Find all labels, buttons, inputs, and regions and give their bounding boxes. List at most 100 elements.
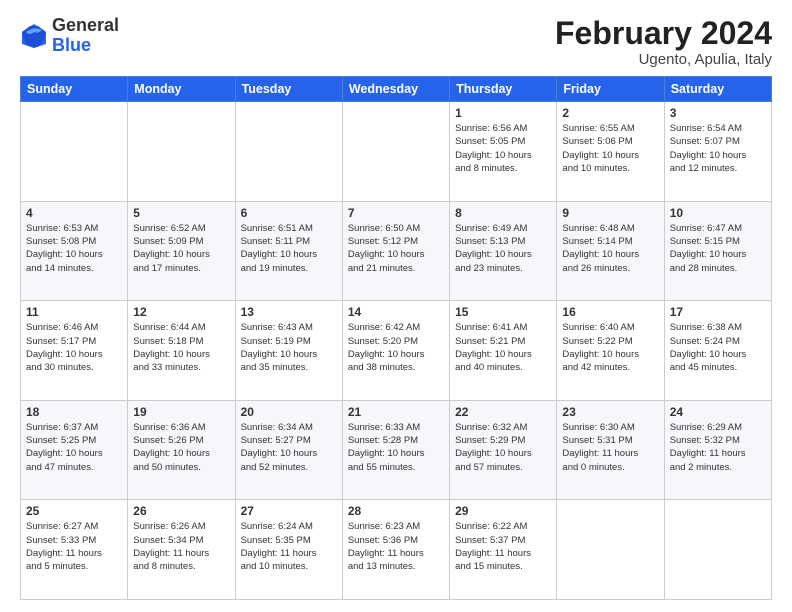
- calendar-cell: [21, 102, 128, 202]
- cell-content: Sunrise: 6:22 AM Sunset: 5:37 PM Dayligh…: [455, 520, 551, 573]
- logo-blue: Blue: [52, 35, 91, 55]
- cell-content: Sunrise: 6:50 AM Sunset: 5:12 PM Dayligh…: [348, 222, 444, 275]
- calendar-cell: 9 Sunrise: 6:48 AM Sunset: 5:14 PM Daylig…: [557, 201, 664, 301]
- cell-content: Sunrise: 6:51 AM Sunset: 5:11 PM Dayligh…: [241, 222, 337, 275]
- calendar-cell: 21 Sunrise: 6:33 AM Sunset: 5:28 PM Dayli…: [342, 400, 449, 500]
- day-number: 6: [241, 206, 337, 220]
- calendar-cell: 6 Sunrise: 6:51 AM Sunset: 5:11 PM Daylig…: [235, 201, 342, 301]
- title-block: February 2024 Ugento, Apulia, Italy: [555, 16, 772, 68]
- calendar-cell: 28 Sunrise: 6:23 AM Sunset: 5:36 PM Dayli…: [342, 500, 449, 600]
- calendar-cell: 11 Sunrise: 6:46 AM Sunset: 5:17 PM Dayli…: [21, 301, 128, 401]
- cell-content: Sunrise: 6:33 AM Sunset: 5:28 PM Dayligh…: [348, 421, 444, 474]
- calendar-week-row: 11 Sunrise: 6:46 AM Sunset: 5:17 PM Dayli…: [21, 301, 772, 401]
- day-number: 12: [133, 305, 229, 319]
- calendar-week-row: 18Sunrise: 6:37 AM Sunset: 5:25 PM Dayli…: [21, 400, 772, 500]
- calendar-cell: [235, 102, 342, 202]
- day-number: 26: [133, 504, 229, 518]
- logo-text: GeneralBlue: [52, 16, 119, 56]
- logo-icon: [20, 22, 48, 50]
- calendar-cell: 8 Sunrise: 6:49 AM Sunset: 5:13 PM Daylig…: [450, 201, 557, 301]
- calendar-day-header: Monday: [128, 77, 235, 102]
- day-number: 27: [241, 504, 337, 518]
- day-number: 10: [670, 206, 766, 220]
- day-number: 4: [26, 206, 122, 220]
- calendar-cell: 16 Sunrise: 6:40 AM Sunset: 5:22 PM Dayli…: [557, 301, 664, 401]
- calendar-cell: [128, 102, 235, 202]
- day-number: 20: [241, 405, 337, 419]
- day-number: 14: [348, 305, 444, 319]
- calendar-day-header: Friday: [557, 77, 664, 102]
- calendar-table: SundayMondayTuesdayWednesdayThursdayFrid…: [20, 76, 772, 600]
- calendar-cell: 27 Sunrise: 6:24 AM Sunset: 5:35 PM Dayli…: [235, 500, 342, 600]
- calendar-cell: 18Sunrise: 6:37 AM Sunset: 5:25 PM Dayli…: [21, 400, 128, 500]
- calendar-cell: 1Sunrise: 6:56 AM Sunset: 5:05 PM Daylig…: [450, 102, 557, 202]
- cell-content: Sunrise: 6:42 AM Sunset: 5:20 PM Dayligh…: [348, 321, 444, 374]
- day-number: 22: [455, 405, 551, 419]
- cell-content: Sunrise: 6:32 AM Sunset: 5:29 PM Dayligh…: [455, 421, 551, 474]
- calendar-cell: [557, 500, 664, 600]
- calendar-cell: 19Sunrise: 6:36 AM Sunset: 5:26 PM Dayli…: [128, 400, 235, 500]
- calendar-cell: 22 Sunrise: 6:32 AM Sunset: 5:29 PM Dayli…: [450, 400, 557, 500]
- logo: GeneralBlue: [20, 16, 119, 56]
- calendar-cell: 15 Sunrise: 6:41 AM Sunset: 5:21 PM Dayli…: [450, 301, 557, 401]
- day-number: 3: [670, 106, 766, 120]
- day-number: 8: [455, 206, 551, 220]
- cell-content: Sunrise: 6:43 AM Sunset: 5:19 PM Dayligh…: [241, 321, 337, 374]
- day-number: 21: [348, 405, 444, 419]
- day-number: 28: [348, 504, 444, 518]
- cell-content: Sunrise: 6:27 AM Sunset: 5:33 PM Dayligh…: [26, 520, 122, 573]
- day-number: 15: [455, 305, 551, 319]
- cell-content: Sunrise: 6:30 AM Sunset: 5:31 PM Dayligh…: [562, 421, 658, 474]
- day-number: 9: [562, 206, 658, 220]
- calendar-day-header: Thursday: [450, 77, 557, 102]
- calendar-week-row: 1Sunrise: 6:56 AM Sunset: 5:05 PM Daylig…: [21, 102, 772, 202]
- day-number: 23: [562, 405, 658, 419]
- calendar-cell: 3 Sunrise: 6:54 AM Sunset: 5:07 PM Daylig…: [664, 102, 771, 202]
- calendar-cell: 2 Sunrise: 6:55 AM Sunset: 5:06 PM Daylig…: [557, 102, 664, 202]
- calendar-cell: 13Sunrise: 6:43 AM Sunset: 5:19 PM Dayli…: [235, 301, 342, 401]
- calendar-day-header: Sunday: [21, 77, 128, 102]
- cell-content: Sunrise: 6:23 AM Sunset: 5:36 PM Dayligh…: [348, 520, 444, 573]
- cell-content: Sunrise: 6:48 AM Sunset: 5:14 PM Dayligh…: [562, 222, 658, 275]
- calendar-week-row: 25 Sunrise: 6:27 AM Sunset: 5:33 PM Dayli…: [21, 500, 772, 600]
- day-number: 7: [348, 206, 444, 220]
- calendar-day-header: Saturday: [664, 77, 771, 102]
- calendar-cell: 23 Sunrise: 6:30 AM Sunset: 5:31 PM Dayli…: [557, 400, 664, 500]
- calendar-cell: 14 Sunrise: 6:42 AM Sunset: 5:20 PM Dayli…: [342, 301, 449, 401]
- cell-content: Sunrise: 6:44 AM Sunset: 5:18 PM Dayligh…: [133, 321, 229, 374]
- day-number: 5: [133, 206, 229, 220]
- cell-content: Sunrise: 6:37 AM Sunset: 5:25 PM Dayligh…: [26, 421, 122, 474]
- cell-content: Sunrise: 6:41 AM Sunset: 5:21 PM Dayligh…: [455, 321, 551, 374]
- cell-content: Sunrise: 6:26 AM Sunset: 5:34 PM Dayligh…: [133, 520, 229, 573]
- cell-content: Sunrise: 6:24 AM Sunset: 5:35 PM Dayligh…: [241, 520, 337, 573]
- calendar-cell: [664, 500, 771, 600]
- day-number: 29: [455, 504, 551, 518]
- cell-content: Sunrise: 6:49 AM Sunset: 5:13 PM Dayligh…: [455, 222, 551, 275]
- calendar-cell: 26 Sunrise: 6:26 AM Sunset: 5:34 PM Dayli…: [128, 500, 235, 600]
- header: GeneralBlue February 2024 Ugento, Apulia…: [20, 16, 772, 68]
- cell-content: Sunrise: 6:54 AM Sunset: 5:07 PM Dayligh…: [670, 122, 766, 175]
- cell-content: Sunrise: 6:52 AM Sunset: 5:09 PM Dayligh…: [133, 222, 229, 275]
- main-title: February 2024: [555, 16, 772, 51]
- cell-content: Sunrise: 6:40 AM Sunset: 5:22 PM Dayligh…: [562, 321, 658, 374]
- cell-content: Sunrise: 6:38 AM Sunset: 5:24 PM Dayligh…: [670, 321, 766, 374]
- calendar-header-row: SundayMondayTuesdayWednesdayThursdayFrid…: [21, 77, 772, 102]
- calendar-cell: 12 Sunrise: 6:44 AM Sunset: 5:18 PM Dayli…: [128, 301, 235, 401]
- calendar-cell: 10Sunrise: 6:47 AM Sunset: 5:15 PM Dayli…: [664, 201, 771, 301]
- day-number: 11: [26, 305, 122, 319]
- cell-content: Sunrise: 6:53 AM Sunset: 5:08 PM Dayligh…: [26, 222, 122, 275]
- calendar-cell: 24 Sunrise: 6:29 AM Sunset: 5:32 PM Dayli…: [664, 400, 771, 500]
- cell-content: Sunrise: 6:46 AM Sunset: 5:17 PM Dayligh…: [26, 321, 122, 374]
- page: GeneralBlue February 2024 Ugento, Apulia…: [0, 0, 792, 612]
- day-number: 2: [562, 106, 658, 120]
- day-number: 24: [670, 405, 766, 419]
- calendar-day-header: Wednesday: [342, 77, 449, 102]
- day-number: 17: [670, 305, 766, 319]
- day-number: 25: [26, 504, 122, 518]
- calendar-week-row: 4 Sunrise: 6:53 AM Sunset: 5:08 PM Daylig…: [21, 201, 772, 301]
- day-number: 16: [562, 305, 658, 319]
- cell-content: Sunrise: 6:55 AM Sunset: 5:06 PM Dayligh…: [562, 122, 658, 175]
- calendar-cell: 7 Sunrise: 6:50 AM Sunset: 5:12 PM Daylig…: [342, 201, 449, 301]
- cell-content: Sunrise: 6:29 AM Sunset: 5:32 PM Dayligh…: [670, 421, 766, 474]
- calendar-cell: 4 Sunrise: 6:53 AM Sunset: 5:08 PM Daylig…: [21, 201, 128, 301]
